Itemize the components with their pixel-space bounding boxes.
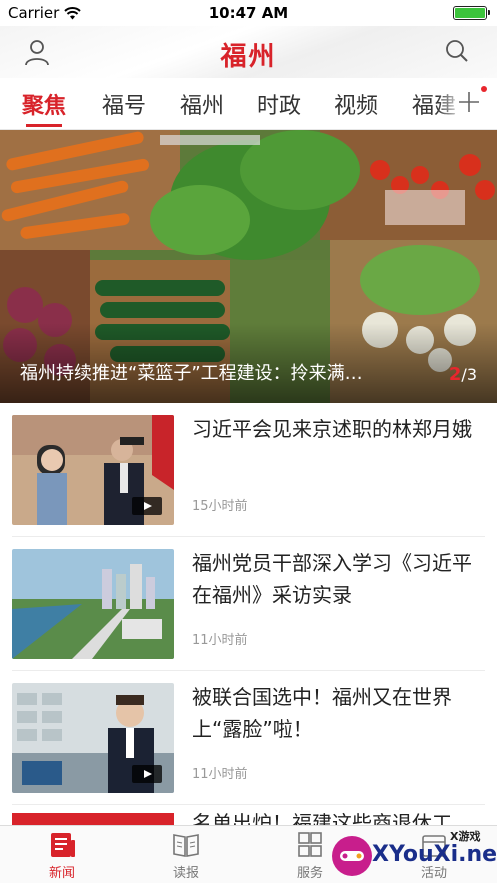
play-icon bbox=[132, 497, 162, 515]
nav-services-label: 服务 bbox=[296, 866, 323, 881]
news-thumbnail bbox=[12, 415, 174, 525]
watermark-brand: XYouXi.net bbox=[372, 842, 497, 867]
news-title[interactable]: 名单出炉！福建这些商退休工 bbox=[192, 807, 452, 825]
news-title[interactable]: 习近平会见来京述职的林郑月娥 bbox=[192, 413, 484, 445]
news-time: 11小时前 bbox=[192, 767, 248, 782]
tab-fuzhou[interactable]: 福州 bbox=[180, 88, 224, 120]
new-badge-dot bbox=[481, 86, 487, 92]
nav-newspaper-label: 读报 bbox=[172, 866, 199, 881]
news-title[interactable]: 福州党员干部深入学习《习近平在福州》采访实录 bbox=[192, 547, 484, 611]
channel-tabs: 聚焦 福号 福州 时政 视频 福建 bbox=[0, 78, 497, 130]
news-time: 15小时前 bbox=[192, 499, 248, 514]
hero-carousel[interactable]: 福州持续推进“菜篮子”工程建设：拎来满… 2/3 bbox=[0, 130, 497, 403]
book-icon bbox=[173, 834, 199, 857]
nav-news-label: 新闻 bbox=[48, 866, 75, 881]
news-item[interactable]: 福州党员干部深入学习《习近平在福州》采访实录 11小时前 bbox=[0, 537, 497, 671]
carousel-pager: 2/3 bbox=[449, 364, 477, 385]
status-bar: Carrier 10:47 AM bbox=[0, 0, 497, 26]
pager-total: /3 bbox=[461, 365, 477, 384]
hero-caption[interactable]: 福州持续推进“菜篮子”工程建设：拎来满… bbox=[20, 359, 420, 385]
news-thumbnail bbox=[12, 683, 174, 793]
nav-newspaper[interactable]: 读报 bbox=[146, 832, 226, 881]
app-logo: 福州 bbox=[220, 42, 277, 72]
play-icon bbox=[132, 765, 162, 783]
add-channel-icon[interactable] bbox=[457, 90, 481, 114]
tab-focus[interactable]: 聚焦 bbox=[22, 88, 66, 127]
gamepad-logo-icon bbox=[332, 836, 372, 876]
news-thumbnail bbox=[12, 813, 174, 825]
search-icon[interactable] bbox=[445, 39, 469, 63]
pager-current: 2 bbox=[448, 364, 462, 385]
battery-icon bbox=[453, 6, 490, 20]
tab-fuhao[interactable]: 福号 bbox=[102, 88, 146, 120]
clock: 10:47 AM bbox=[208, 4, 289, 22]
news-item-partial[interactable]: 名单出炉！福建这些商退休工 bbox=[0, 805, 497, 825]
news-icon bbox=[51, 833, 75, 857]
news-item[interactable]: 被联合国选中！福州又在世界上“露脸”啦！ 11小时前 bbox=[0, 671, 497, 805]
app-header: 福州 bbox=[0, 26, 497, 78]
tab-politics[interactable]: 时政 bbox=[257, 88, 301, 120]
news-thumbnail bbox=[12, 549, 174, 659]
news-item[interactable]: 习近平会见来京述职的林郑月娥 15小时前 bbox=[0, 403, 497, 537]
news-title[interactable]: 被联合国选中！福州又在世界上“露脸”啦！ bbox=[192, 681, 484, 745]
grid-icon bbox=[298, 832, 322, 857]
news-time: 11小时前 bbox=[192, 633, 248, 648]
site-watermark: X游戏 XYouXi.net bbox=[330, 830, 497, 883]
tab-video[interactable]: 视频 bbox=[334, 88, 378, 120]
nav-news[interactable]: 新闻 bbox=[22, 832, 102, 881]
